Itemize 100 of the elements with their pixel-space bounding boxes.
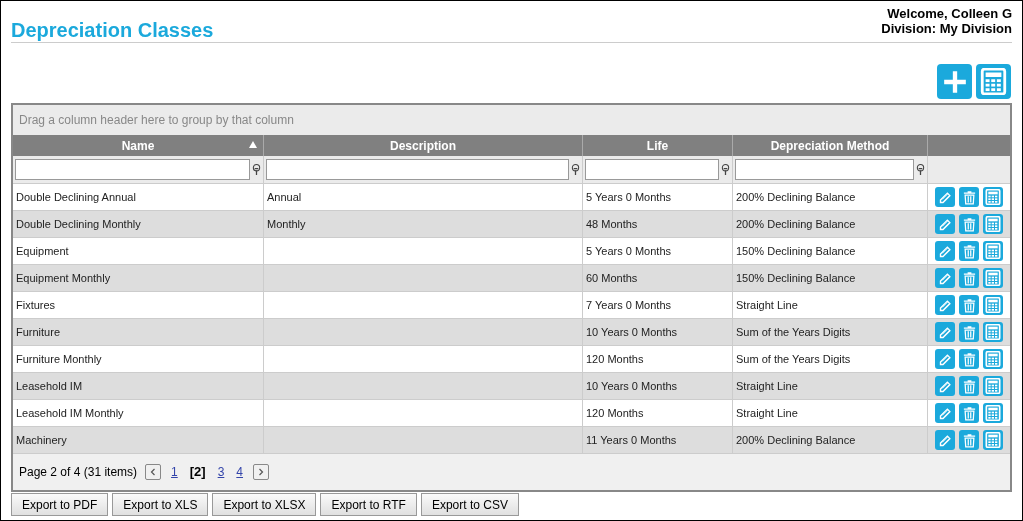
filter-icon[interactable]	[916, 164, 925, 175]
calculator-icon	[985, 432, 1001, 448]
calculate-row-button[interactable]	[983, 376, 1003, 396]
delete-button[interactable]	[959, 214, 979, 234]
column-header[interactable]: Name	[121, 136, 155, 155]
delete-button[interactable]	[959, 322, 979, 342]
edit-button[interactable]	[935, 268, 955, 288]
table-cell-text: 120 Months	[586, 405, 644, 421]
table-cell-text: Furniture Monthly	[16, 351, 102, 367]
export-button[interactable]: Export to XLS	[112, 493, 209, 516]
trash-icon	[961, 297, 977, 313]
calculate-row-button[interactable]	[983, 430, 1003, 450]
edit-button[interactable]	[935, 241, 955, 261]
export-button[interactable]: Export to CSV	[420, 493, 519, 516]
table-cell-text: 7 Years 0 Months	[586, 297, 671, 313]
column-header[interactable]: Life	[646, 136, 669, 155]
welcome-text: Welcome, Colleen G	[887, 6, 1012, 21]
table-cell-text: Fixtures	[16, 297, 56, 313]
edit-button[interactable]	[935, 376, 955, 396]
delete-button[interactable]	[959, 349, 979, 369]
filter-field[interactable]	[735, 159, 914, 180]
pencil-icon	[937, 432, 953, 448]
table-cell-text: Equipment	[16, 243, 69, 259]
page-link[interactable]: 4	[236, 463, 243, 481]
calculate-row-button[interactable]	[983, 295, 1003, 315]
table-cell-text: Straight Line	[736, 405, 798, 421]
calculator-icon	[985, 189, 1001, 205]
edit-button[interactable]	[935, 430, 955, 450]
calculator-icon	[985, 297, 1001, 313]
pencil-icon	[937, 297, 953, 313]
previous-page-button[interactable]	[145, 464, 162, 480]
table-cell-text: 5 Years 0 Months	[586, 189, 671, 205]
edit-button[interactable]	[935, 214, 955, 234]
trash-icon	[961, 432, 977, 448]
pencil-icon	[937, 243, 953, 259]
page-link[interactable]: 3	[217, 463, 225, 481]
table-cell-text: Furniture	[16, 324, 61, 340]
trash-icon	[961, 270, 977, 286]
table-cell-text: Leasehold IM	[16, 378, 83, 394]
table-cell-text: 200% Declining Balance	[736, 189, 856, 205]
add-button[interactable]	[937, 64, 972, 99]
column-header[interactable]: Depreciation Method	[770, 136, 890, 155]
calculator-icon	[985, 243, 1001, 259]
pencil-icon	[937, 351, 953, 367]
division-text: Division: My Division	[881, 21, 1012, 36]
export-button[interactable]: Export to XLSX	[212, 493, 317, 516]
filter-field[interactable]	[15, 159, 250, 180]
calculate-row-button[interactable]	[983, 349, 1003, 369]
calculator-icon	[985, 351, 1001, 367]
export-button[interactable]: Export to PDF	[11, 493, 109, 516]
calculate-row-button[interactable]	[983, 214, 1003, 234]
calculate-row-button[interactable]	[983, 268, 1003, 288]
calculate-row-button[interactable]	[983, 403, 1003, 423]
table-cell-text: Sum of the Years Digits	[736, 324, 851, 340]
group-panel-hint: Drag a column header here to group by that column	[19, 112, 294, 129]
table-cell-text: Equipment Monthly	[16, 270, 111, 286]
edit-button[interactable]	[935, 349, 955, 369]
column-header[interactable]: Description	[390, 136, 456, 155]
calculator-icon	[985, 378, 1001, 394]
pencil-icon	[937, 324, 953, 340]
export-button[interactable]: Export to RTF	[320, 493, 417, 516]
next-page-button[interactable]	[253, 464, 269, 480]
calculator-icon	[985, 405, 1001, 421]
filter-icon[interactable]	[571, 164, 580, 175]
delete-button[interactable]	[959, 430, 979, 450]
chevron-right-icon	[257, 468, 265, 476]
trash-icon	[961, 189, 977, 205]
page-link[interactable]: 1	[171, 463, 178, 481]
trash-icon	[961, 351, 977, 367]
delete-button[interactable]	[959, 403, 979, 423]
table-cell-text: Straight Line	[736, 378, 798, 394]
delete-button[interactable]	[959, 241, 979, 261]
delete-button[interactable]	[959, 187, 979, 207]
trash-icon	[961, 216, 977, 232]
edit-button[interactable]	[935, 403, 955, 423]
delete-button[interactable]	[959, 376, 979, 396]
delete-button[interactable]	[959, 268, 979, 288]
calculate-row-button[interactable]	[983, 241, 1003, 261]
pager-summary: Page 2 of 4 (31 items)	[19, 464, 138, 481]
filter-field[interactable]	[585, 159, 719, 180]
table-cell-text: 48 Months	[586, 216, 638, 232]
delete-button[interactable]	[959, 295, 979, 315]
edit-button[interactable]	[935, 295, 955, 315]
table-cell-text: 200% Declining Balance	[736, 216, 856, 232]
trash-icon	[961, 243, 977, 259]
filter-field[interactable]	[266, 159, 569, 180]
table-cell-text: Double Declining Monthly	[16, 216, 141, 232]
trash-icon	[961, 378, 977, 394]
edit-button[interactable]	[935, 187, 955, 207]
table-cell-text: Machinery	[16, 432, 67, 448]
calculate-button[interactable]	[976, 64, 1011, 99]
filter-icon[interactable]	[252, 164, 261, 175]
calculate-row-button[interactable]	[983, 187, 1003, 207]
calculate-row-button[interactable]	[983, 322, 1003, 342]
filter-icon[interactable]	[721, 164, 730, 175]
edit-button[interactable]	[935, 322, 955, 342]
pencil-icon	[937, 405, 953, 421]
pencil-icon	[937, 216, 953, 232]
current-page: [2]	[189, 463, 206, 482]
table-cell-text: 11 Years 0 Months	[586, 432, 677, 448]
